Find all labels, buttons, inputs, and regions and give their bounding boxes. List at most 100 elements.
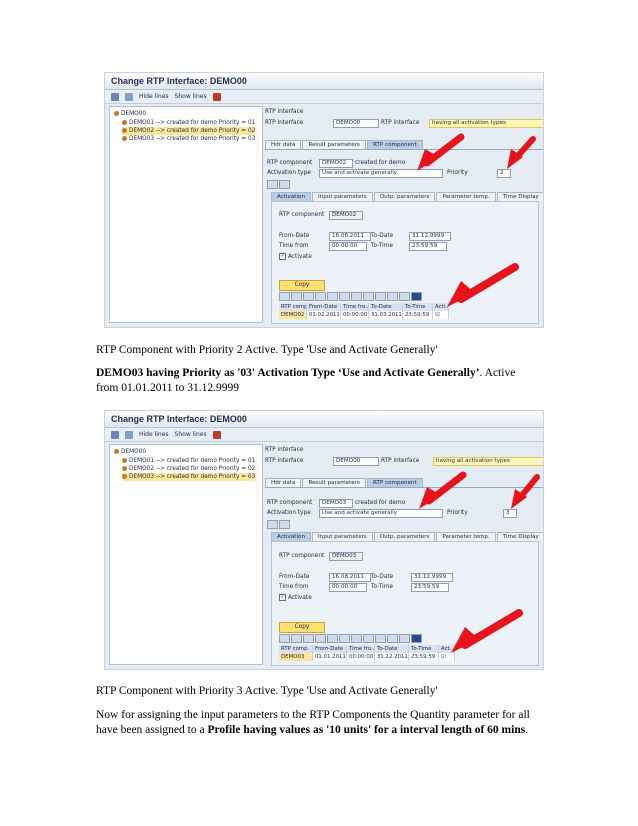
col-to-date[interactable]: To-Date (375, 645, 409, 653)
tree-item-selected[interactable]: DEMO02 --> created for demo Priority = 0… (122, 127, 256, 135)
component-icon (122, 466, 127, 471)
activation-type-label: Activation type (267, 510, 311, 516)
to-time-field[interactable]: 23:59:59 (411, 583, 449, 592)
tree-item[interactable]: DEMO02 --> created for demo Priority = 0… (122, 465, 255, 473)
info-icon[interactable] (411, 634, 422, 643)
tree-item[interactable]: DEMO01 --> created for demo Priority = 0… (122, 457, 255, 465)
to-date-field[interactable]: 31.12.9999 (411, 573, 453, 582)
component-icon (122, 458, 127, 463)
col-to-date[interactable]: To-Date (369, 303, 403, 311)
hide-lines-button[interactable]: Hide lines (139, 93, 169, 100)
layout-icon[interactable] (387, 634, 398, 643)
copy-button[interactable]: Copy (279, 622, 325, 633)
rtp-interface-label: RTP interface (265, 120, 304, 126)
cell-active[interactable]: ☑ (433, 311, 449, 319)
tree-icon[interactable] (125, 430, 133, 439)
filter-icon[interactable] (327, 634, 338, 643)
col-time-from[interactable]: Time fro.. (347, 645, 375, 653)
sort-asc-icon[interactable] (291, 292, 302, 301)
print-icon[interactable] (363, 634, 374, 643)
display-icon[interactable] (267, 180, 278, 189)
col-time-from[interactable]: Time fro.. (341, 303, 369, 311)
red-arrow-3 (447, 263, 519, 307)
hide-lines-button[interactable]: Hide lines (139, 431, 169, 438)
tree-root[interactable]: DEMO00 (114, 448, 146, 456)
edit-icon[interactable] (279, 180, 290, 189)
rtp-component-label: RTP component (267, 160, 313, 166)
sort-asc-icon[interactable] (291, 634, 302, 643)
filter-icon[interactable] (111, 92, 119, 101)
find-icon[interactable] (315, 292, 326, 301)
rtp-component-field[interactable]: DEMO02 (319, 159, 353, 168)
subtotal-icon[interactable] (351, 292, 362, 301)
sort-desc-icon[interactable] (303, 292, 314, 301)
info-icon[interactable] (411, 292, 422, 301)
print-icon[interactable] (363, 292, 374, 301)
cell-to-time: 23:59:59 (403, 311, 433, 319)
transport-icon[interactable] (212, 92, 221, 101)
filter-icon[interactable] (327, 292, 338, 301)
filter-icon[interactable] (111, 430, 119, 439)
table-row[interactable]: DEMO03 01.01.2011 00:00:00 31.12.2011 23… (279, 653, 455, 661)
details-icon[interactable] (279, 292, 290, 301)
cell-to-date: 31.03.2011 (371, 311, 403, 319)
sum-icon[interactable] (339, 634, 350, 643)
caption-2: RTP Component with Priority 3 Active. Ty… (96, 685, 438, 697)
from-date-field[interactable]: 16.08.2011 (329, 232, 371, 241)
time-from-field[interactable]: 00:00:00 (329, 242, 367, 251)
sort-desc-icon[interactable] (303, 634, 314, 643)
col-to-time[interactable]: To-Time (409, 645, 439, 653)
col-to-time[interactable]: To-Time (403, 303, 433, 311)
checkbox-checked-icon[interactable]: ✓ (279, 594, 286, 601)
export-icon[interactable] (375, 634, 386, 643)
rtp-component-field[interactable]: DEMO03 (319, 499, 353, 508)
grid-icon[interactable] (399, 292, 410, 301)
red-arrow-2 (511, 474, 540, 509)
layout-icon[interactable] (387, 292, 398, 301)
table-row[interactable]: DEMO02 01.02.2011 00:00:00 31.03.2011 23… (279, 311, 449, 319)
rtp-interface-label-2: RTP interface (381, 458, 420, 464)
tree-item[interactable]: DEMO03 --> created for demo Priority = 0… (122, 135, 255, 143)
checkbox-checked-icon[interactable]: ✓ (279, 253, 286, 260)
activate-checkbox[interactable]: ✓ Activate (279, 594, 312, 601)
sum-icon[interactable] (339, 292, 350, 301)
col-from-date[interactable]: From-Date (313, 645, 347, 653)
transport-icon[interactable] (212, 430, 221, 439)
export-icon[interactable] (375, 292, 386, 301)
tree-root[interactable]: DEMO00 (114, 110, 146, 118)
grid-toolbar (279, 292, 422, 301)
edit-icon[interactable] (279, 520, 290, 529)
copy-button[interactable]: Copy (279, 280, 325, 291)
show-lines-button[interactable]: Show lines (175, 93, 207, 100)
rtp-interface-field[interactable]: DEMO00 (333, 457, 379, 466)
to-date-field[interactable]: 31.12.9999 (409, 232, 451, 241)
subtotal-icon[interactable] (351, 634, 362, 643)
tree-icon[interactable] (125, 92, 133, 101)
component-icon (122, 120, 127, 125)
rtp-interface-desc: having all activation types (429, 119, 543, 128)
tree-item-selected[interactable]: DEMO03 --> created for demo Priority = 0… (122, 473, 256, 481)
rtp-interface-desc: having all activation types (433, 457, 543, 466)
activate-checkbox[interactable]: ✓ Activate (279, 253, 312, 260)
col-from-date[interactable]: From-Date (307, 303, 341, 311)
component-tree: DEMO00 DEMO01 --> created for demo Prior… (109, 444, 263, 665)
display-icon[interactable] (267, 520, 278, 529)
find-icon[interactable] (315, 634, 326, 643)
to-time-field[interactable]: 23:59:59 (409, 242, 447, 251)
show-lines-button[interactable]: Show lines (175, 431, 207, 438)
rtp-component-desc: created for demo (355, 160, 406, 166)
time-from-label: Time from (279, 584, 309, 590)
time-from-field[interactable]: 00:00:00 (329, 583, 367, 592)
from-date-field[interactable]: 16.08.2011 (329, 573, 371, 582)
cell-to-time: 23:59:59 (409, 653, 439, 661)
sub-rtp-component-field: DEMO03 (329, 552, 363, 561)
col-rtp-comp[interactable]: RTP comp. (279, 645, 313, 653)
tree-item[interactable]: DEMO01 --> created for demo Priority = 0… (122, 119, 255, 127)
rtp-interface-field[interactable]: DEMO00 (333, 119, 379, 128)
window-title: Change RTP Interface: DEMO00 (105, 411, 543, 428)
details-icon[interactable] (279, 634, 290, 643)
grid-icon[interactable] (399, 634, 410, 643)
small-toolbar (267, 180, 290, 189)
col-rtp-comp[interactable]: RTP comp. (279, 303, 307, 311)
to-time-label: To-Time (371, 243, 393, 249)
